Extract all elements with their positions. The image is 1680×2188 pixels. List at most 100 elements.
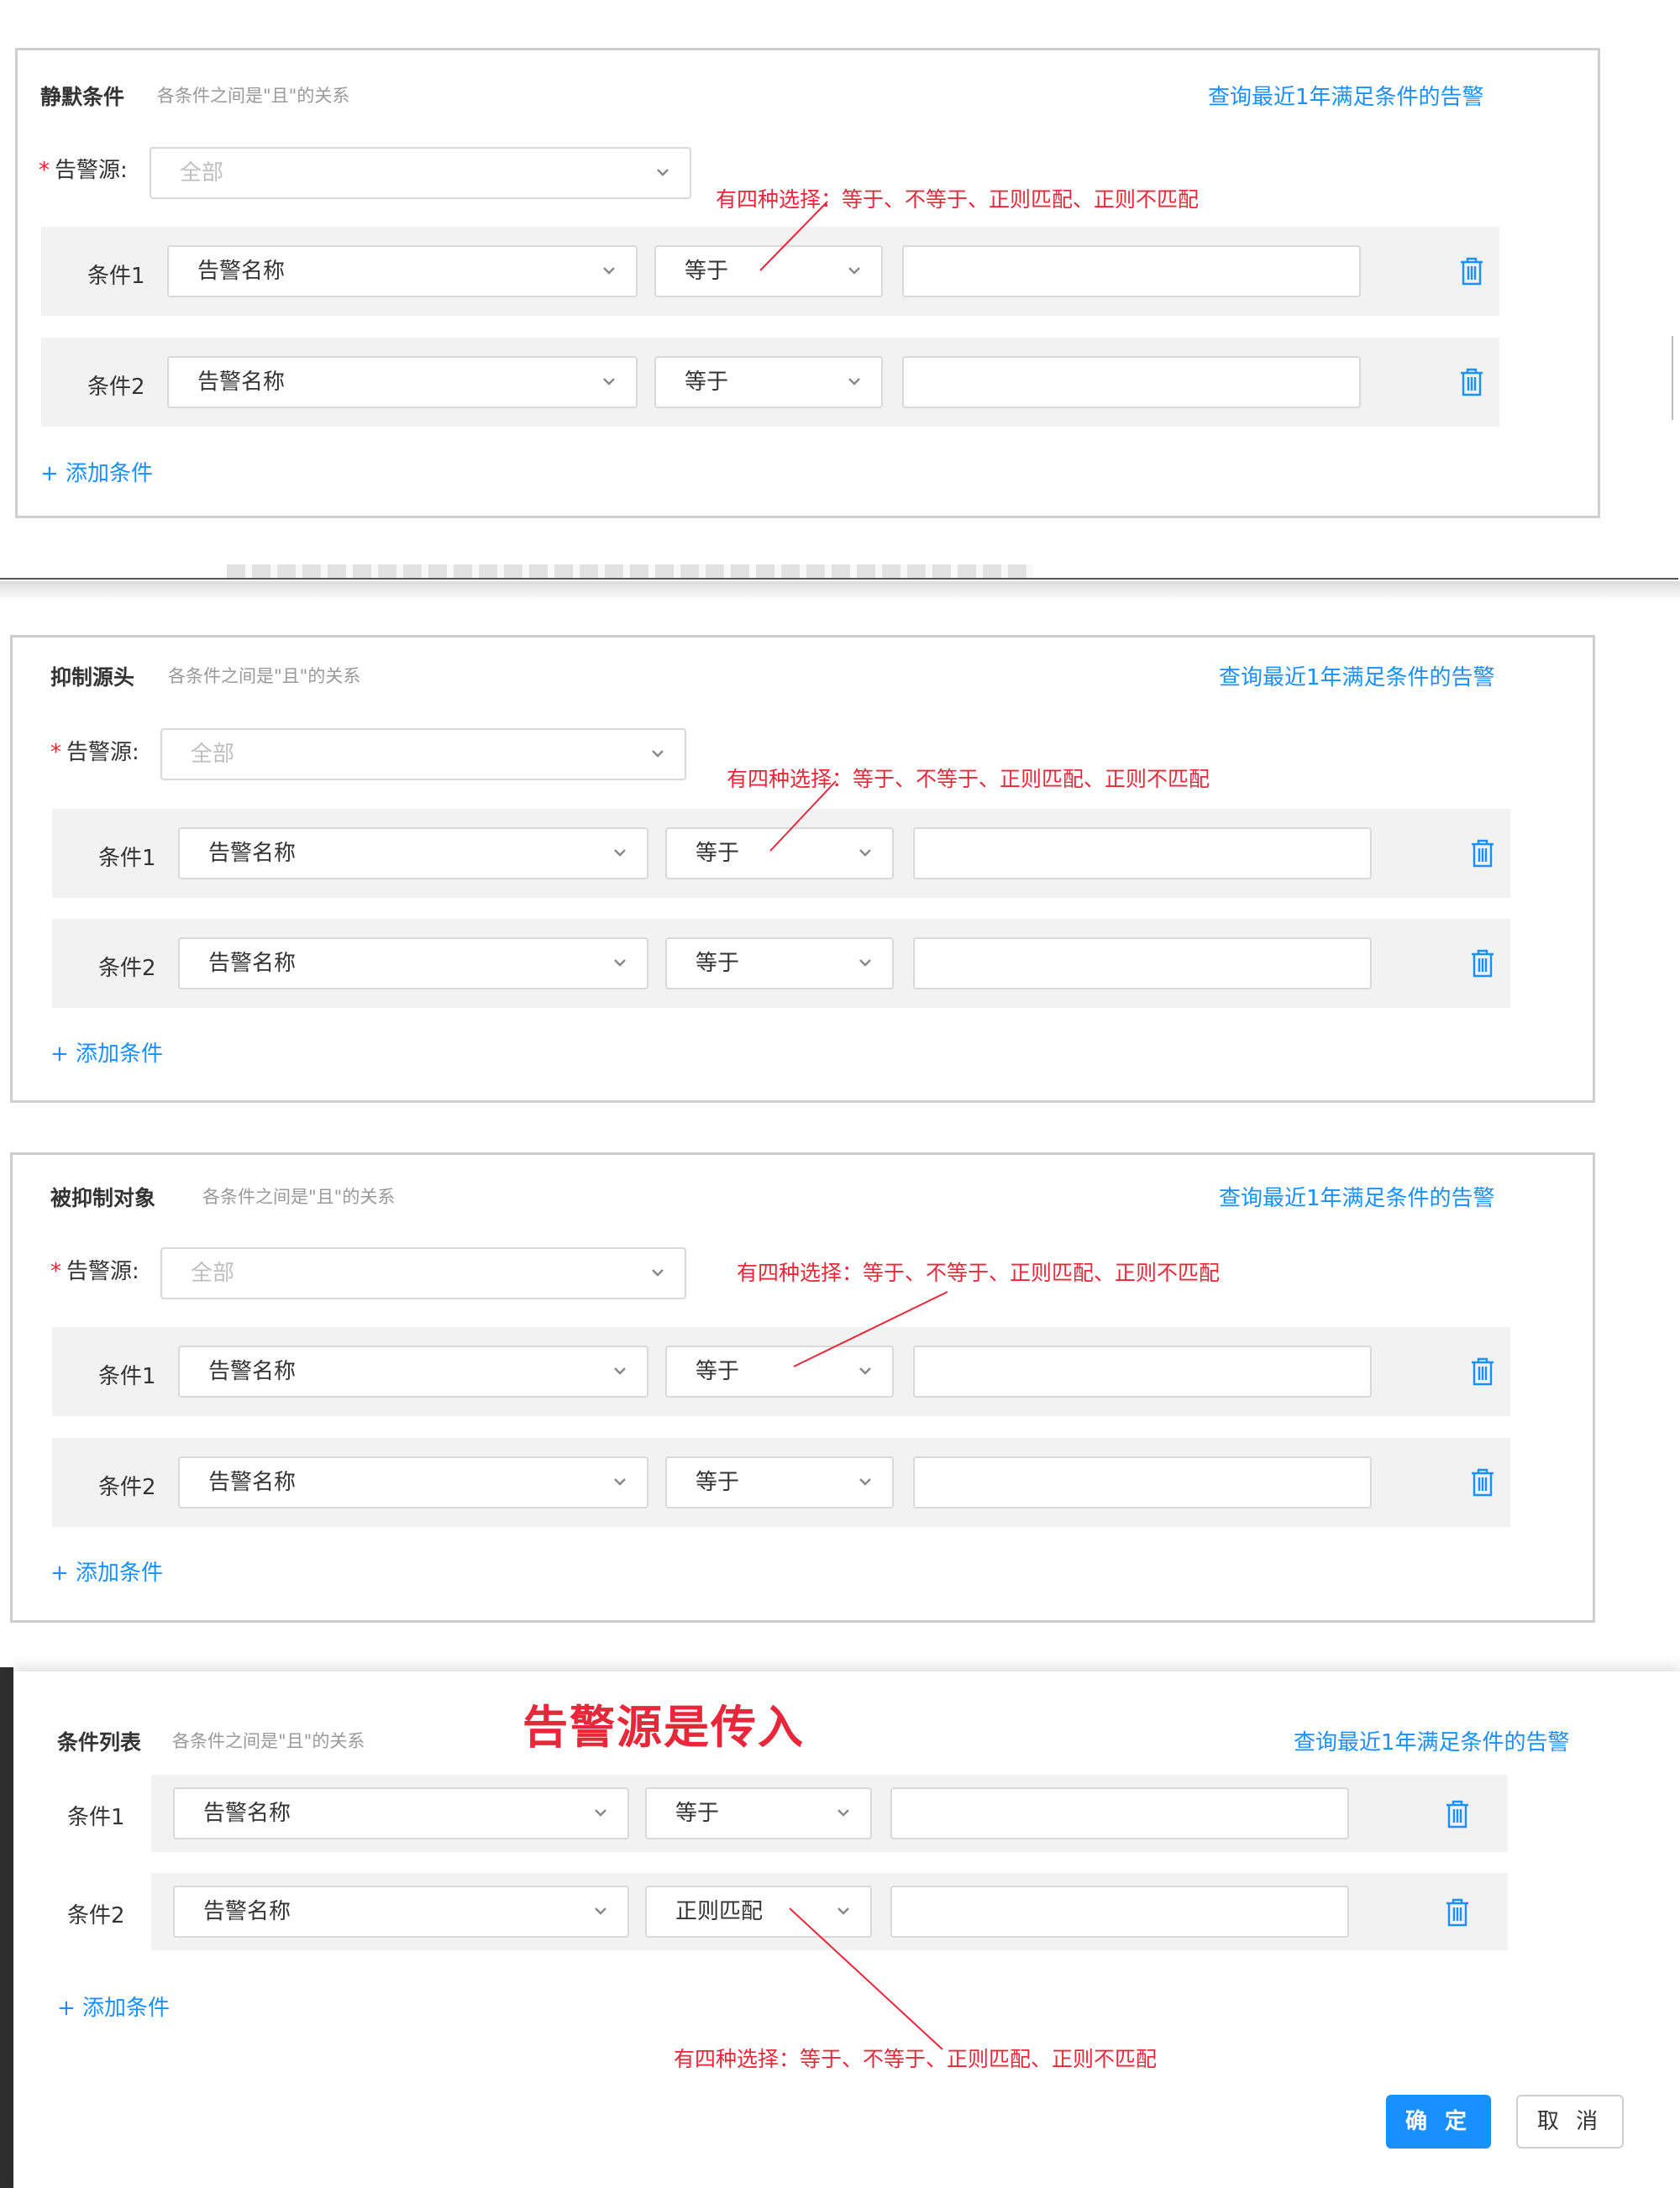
chevron-down-icon [652, 1269, 664, 1277]
trash-icon[interactable] [1459, 368, 1484, 396]
trash-icon[interactable] [1470, 1468, 1495, 1497]
operator-options-note: 有四种选择：等于、不等于、正则匹配、正则不匹配 [737, 1261, 1221, 1285]
alert-source-select[interactable]: 全部 [160, 728, 686, 780]
condition-value-input[interactable] [913, 937, 1372, 989]
chevron-down-icon [837, 1809, 849, 1817]
section-subtitle: 各条件之间是"且"的关系 [168, 666, 361, 686]
trash-icon[interactable] [1470, 1357, 1495, 1386]
trash-icon[interactable] [1470, 949, 1495, 978]
alert-source-select[interactable]: 全部 [160, 1247, 686, 1299]
alert-source-label-text: 告警源: [66, 1259, 139, 1284]
condition-operator-value: 等于 [696, 951, 740, 976]
chevron-down-icon [848, 267, 860, 275]
trash-icon[interactable] [1470, 839, 1495, 868]
alert-source-value: 全部 [191, 742, 235, 767]
condition-label: 条件2 [98, 956, 156, 981]
condition-field-select[interactable]: 告警名称 [167, 245, 638, 297]
alert-source-select[interactable]: 全部 [150, 147, 691, 199]
condition-label: 条件1 [67, 1805, 125, 1830]
alert-source-label: * 告警源: [39, 153, 128, 184]
condition-label: 条件1 [98, 1364, 156, 1389]
operator-options-note: 有四种选择：等于、不等于、正则匹配、正则不匹配 [674, 2047, 1158, 2071]
condition-operator-select[interactable]: 等于 [645, 1787, 872, 1839]
condition-row-2: 条件2 告警名称 等于 [52, 1438, 1510, 1527]
query-alerts-link[interactable]: 查询最近1年满足条件的告警 [1208, 80, 1484, 111]
condition-value-input[interactable] [902, 245, 1361, 297]
chevron-down-icon [595, 1907, 606, 1915]
condition-operator-select[interactable]: 等于 [665, 937, 894, 989]
condition-operator-select[interactable]: 等于 [665, 1346, 894, 1398]
condition-row-1: 条件1 告警名称 等于 [67, 1775, 1508, 1852]
condition-operator-select[interactable]: 正则匹配 [645, 1886, 872, 1938]
condition-row-2: 条件2 告警名称 等于 [41, 338, 1499, 427]
chevron-down-icon [859, 849, 871, 857]
section-subtitle: 各条件之间是"且"的关系 [202, 1187, 396, 1207]
condition-field-select[interactable]: 告警名称 [178, 1456, 648, 1509]
trash-icon[interactable] [1445, 1898, 1470, 1927]
condition-field-value: 告警名称 [203, 1899, 291, 1924]
condition-field-select[interactable]: 告警名称 [178, 1346, 648, 1398]
condition-operator-select[interactable]: 等于 [665, 1456, 894, 1509]
condition-row-2: 条件2 告警名称 等于 [52, 919, 1510, 1008]
condition-operator-value: 等于 [675, 1801, 720, 1826]
chevron-down-icon [837, 1907, 849, 1915]
window-edge [1672, 336, 1680, 420]
confirm-button[interactable]: 确 定 [1386, 2095, 1491, 2149]
chevron-down-icon [657, 169, 669, 176]
alert-source-label-text: 告警源: [66, 740, 139, 765]
condition-field-select[interactable]: 告警名称 [173, 1787, 629, 1839]
dark-window-edge [0, 1667, 13, 2188]
condition-row-1: 条件1 告警名称 等于 [52, 1327, 1510, 1416]
alert-source-value: 全部 [191, 1261, 235, 1286]
condition-row-1: 条件1 告警名称 等于 [41, 227, 1499, 316]
cancel-button[interactable]: 取 消 [1516, 2095, 1624, 2149]
add-condition-link[interactable]: + 添加条件 [50, 1036, 163, 1068]
query-alerts-link[interactable]: 查询最近1年满足条件的告警 [1219, 660, 1495, 691]
section-subtitle: 各条件之间是"且"的关系 [157, 86, 350, 106]
operator-options-note: 有四种选择：等于、不等于、正则匹配、正则不匹配 [727, 767, 1210, 791]
condition-field-select[interactable]: 告警名称 [178, 937, 648, 989]
trash-icon[interactable] [1459, 257, 1484, 286]
condition-operator-select[interactable]: 等于 [665, 827, 894, 879]
query-alerts-link[interactable]: 查询最近1年满足条件的告警 [1294, 1725, 1570, 1756]
condition-operator-value: 等于 [685, 370, 729, 395]
suppress-source-card: 抑制源头 各条件之间是"且"的关系 查询最近1年满足条件的告警 * 告警源: 全部… [10, 635, 1595, 1103]
alert-source-label-text: 告警源: [55, 158, 128, 183]
condition-field-value: 告警名称 [208, 951, 297, 976]
condition-field-select[interactable]: 告警名称 [178, 827, 648, 879]
add-condition-link[interactable]: + 添加条件 [57, 1991, 170, 2022]
section-title: 条件列表 [57, 1730, 142, 1755]
condition-operator-select[interactable]: 等于 [654, 356, 883, 408]
condition-value-input[interactable] [913, 1456, 1372, 1509]
condition-label: 条件1 [87, 264, 145, 289]
trash-icon[interactable] [1445, 1800, 1470, 1829]
condition-label: 条件1 [98, 846, 156, 871]
condition-field-select[interactable]: 告警名称 [167, 356, 638, 408]
add-condition-link[interactable]: + 添加条件 [40, 456, 153, 487]
alert-source-label: * 告警源: [50, 735, 139, 766]
condition-field-value: 告警名称 [208, 1470, 297, 1495]
operator-options-note: 有四种选择：等于、不等于、正则匹配、正则不匹配 [716, 187, 1200, 212]
condition-operator-value: 等于 [696, 1470, 740, 1495]
section-title: 静默条件 [40, 85, 125, 109]
condition-value-input[interactable] [890, 1787, 1349, 1839]
condition-operator-value: 正则匹配 [675, 1899, 764, 1924]
condition-operator-value: 等于 [685, 259, 729, 284]
condition-operator-value: 等于 [696, 1359, 740, 1384]
condition-label: 条件2 [98, 1475, 156, 1500]
condition-value-input[interactable] [890, 1886, 1349, 1938]
chevron-down-icon [614, 1367, 626, 1375]
alert-source-label: * 告警源: [50, 1254, 139, 1285]
condition-field-select[interactable]: 告警名称 [173, 1886, 629, 1938]
chevron-down-icon [859, 959, 871, 967]
condition-value-input[interactable] [902, 356, 1361, 408]
add-condition-link[interactable]: + 添加条件 [50, 1556, 163, 1587]
condition-value-input[interactable] [913, 827, 1372, 879]
condition-operator-select[interactable]: 等于 [654, 245, 883, 297]
query-alerts-link[interactable]: 查询最近1年满足条件的告警 [1219, 1181, 1495, 1212]
condition-operator-value: 等于 [696, 841, 740, 866]
condition-field-value: 告警名称 [203, 1801, 291, 1826]
condition-value-input[interactable] [913, 1346, 1372, 1398]
chevron-down-icon [603, 267, 615, 275]
suppressed-target-card: 被抑制对象 各条件之间是"且"的关系 查询最近1年满足条件的告警 * 告警源: 全… [10, 1152, 1595, 1623]
